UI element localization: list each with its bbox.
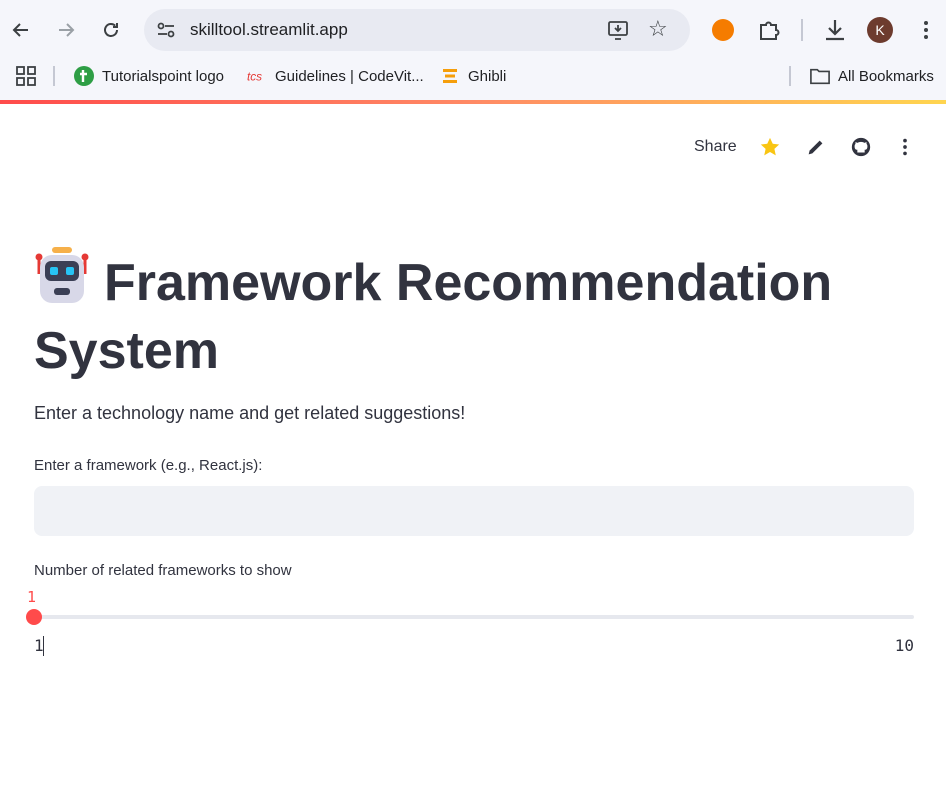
apps-grid-icon[interactable] — [16, 66, 36, 86]
bookmarks-bar: Tutorialspoint logo tcs Guidelines | Cod… — [0, 60, 946, 100]
bookmark-label: Tutorialspoint logo — [102, 67, 225, 85]
bookmark-label: Guidelines | CodeVit... — [275, 67, 424, 85]
slider-label: Number of related frameworks to show — [34, 562, 292, 579]
forward-icon[interactable] — [48, 12, 84, 48]
robot-icon — [35, 247, 89, 303]
tcs-icon: tcs — [247, 66, 267, 86]
subtitle: Enter a technology name and get related … — [34, 403, 466, 423]
text-cursor — [43, 636, 44, 656]
reload-icon[interactable] — [93, 12, 129, 48]
app-menu-icon[interactable] — [894, 136, 916, 158]
bookmarks-divider — [789, 66, 791, 86]
extension-icon[interactable] — [712, 19, 734, 41]
bookmark-ghibli[interactable]: Ghibli — [440, 66, 506, 86]
browser-toolbar: skilltool.streamlit.app ☆ K — [0, 0, 946, 60]
all-bookmarks-button[interactable]: All Bookmarks — [810, 66, 934, 86]
folder-icon — [810, 66, 830, 86]
slider-thumb[interactable] — [26, 609, 42, 625]
back-icon[interactable] — [3, 12, 39, 48]
star-icon[interactable] — [759, 136, 781, 158]
browser-menu-icon[interactable] — [914, 16, 938, 44]
tutorialspoint-icon — [74, 66, 94, 86]
framework-input-label: Enter a framework (e.g., React.js): — [34, 457, 263, 474]
github-icon[interactable] — [850, 136, 872, 158]
extensions-puzzle-icon[interactable] — [756, 17, 782, 43]
profile-avatar[interactable]: K — [867, 17, 893, 43]
framework-input[interactable] — [34, 486, 914, 536]
all-bookmarks-label: All Bookmarks — [838, 67, 934, 85]
install-app-icon[interactable] — [606, 18, 630, 42]
edit-pencil-icon[interactable] — [805, 136, 827, 158]
address-bar[interactable]: skilltool.streamlit.app ☆ — [144, 9, 690, 51]
app-header: Share — [0, 104, 946, 190]
bookmark-label: Ghibli — [468, 67, 507, 85]
site-settings-icon[interactable] — [154, 18, 178, 42]
bookmark-tutorialspoint[interactable]: Tutorialspoint logo — [74, 66, 224, 86]
toolbar-divider — [801, 19, 803, 41]
slider-track[interactable] — [34, 615, 914, 619]
svg-text:tcs: tcs — [247, 70, 262, 84]
bookmark-guidelines[interactable]: tcs Guidelines | CodeVit... — [247, 66, 424, 86]
page-title: Framework Recommendation System — [34, 246, 914, 385]
slider-current-value: 1 — [27, 588, 37, 606]
share-button[interactable]: Share — [694, 138, 737, 156]
ghibli-icon — [440, 66, 460, 86]
title-text: Framework Recommendation System — [34, 254, 833, 380]
slider-max-label: 10 — [894, 636, 914, 655]
bookmark-star-icon[interactable]: ☆ — [648, 16, 668, 42]
url-text[interactable]: skilltool.streamlit.app — [190, 20, 348, 40]
download-icon[interactable] — [822, 16, 848, 44]
bookmarks-divider — [53, 66, 55, 86]
